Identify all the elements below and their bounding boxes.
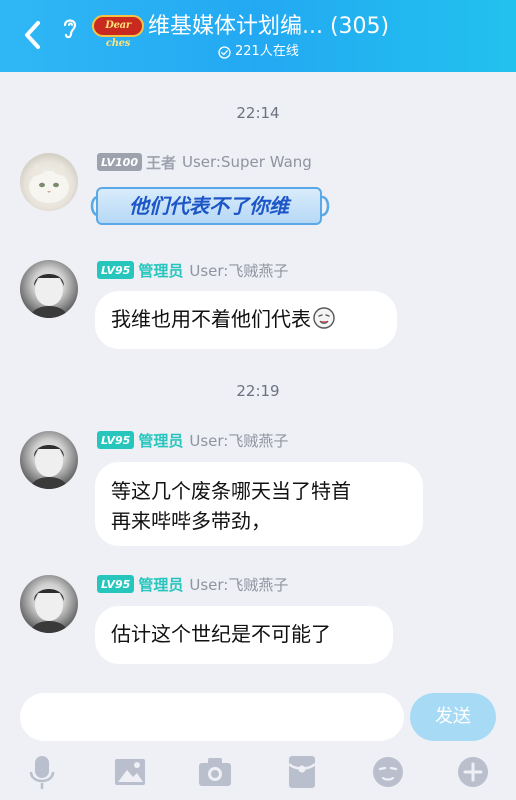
chat-title[interactable]: 维基媒体计划编... (305) — [148, 13, 389, 41]
role-badge: 管理员 — [138, 575, 184, 594]
message-bubble[interactable]: 等这几个废条哪天当了特首 再来哔哔多带劲， — [95, 462, 423, 546]
check-circle-icon — [218, 45, 231, 59]
timestamp: 22:19 — [236, 382, 280, 400]
role-badge: 管理员 — [138, 261, 184, 280]
avatar[interactable] — [20, 260, 78, 318]
avatar[interactable] — [20, 431, 78, 489]
message-bubble[interactable]: 估计这个世纪是不可能了 — [95, 606, 393, 664]
user-avatar-icon — [30, 445, 68, 489]
avatar[interactable] — [20, 575, 78, 633]
online-count: 221人在线 — [218, 44, 299, 60]
level-badge: LV95 — [97, 575, 135, 593]
message-text: 他们代表不了你维 — [129, 194, 289, 218]
username[interactable]: User:飞贼燕子 — [189, 260, 288, 281]
online-count-label: 221人在线 — [235, 44, 299, 59]
special-message-bubble[interactable]: 他们代表不了你维 — [90, 185, 332, 227]
chat-header: Dear ches 维基媒体计划编... (305) 221人在线 — [0, 0, 516, 72]
level-badge: LV95 — [97, 261, 135, 279]
send-button[interactable]: 发送 — [410, 693, 496, 741]
emoji-icon[interactable] — [368, 752, 408, 792]
message-meta: LV95 管理员 User:飞贼燕子 — [97, 430, 288, 450]
message-text-line: 再来哔哔多带劲， — [111, 509, 271, 533]
plus-icon[interactable] — [453, 752, 493, 792]
level-badge: LV100 — [97, 153, 142, 171]
role-badge: 管理员 — [138, 431, 184, 450]
sticker-emoji-icon — [313, 307, 335, 329]
message-text: 估计这个世纪是不可能了 — [111, 622, 331, 646]
username[interactable]: User:飞贼燕子 — [189, 574, 288, 595]
message-text: 我维也用不着他们代表 — [111, 307, 311, 331]
image-icon[interactable] — [110, 752, 150, 792]
microphone-icon[interactable] — [22, 752, 62, 792]
camera-icon[interactable] — [195, 752, 235, 792]
timestamp: 22:14 — [236, 104, 280, 122]
composer-toolbar — [0, 752, 516, 792]
role-badge: 王者 — [145, 153, 176, 172]
message-meta: LV95 管理员 User:飞贼燕子 — [97, 260, 288, 280]
white-cat-avatar-icon — [29, 163, 69, 203]
message-meta: LV100 王者 User:Super Wang — [97, 152, 312, 172]
avatar[interactable] — [20, 153, 78, 211]
user-avatar-icon — [30, 274, 68, 318]
red-packet-icon[interactable] — [282, 752, 322, 792]
ear-icon[interactable] — [60, 16, 80, 40]
message-bubble[interactable]: 我维也用不着他们代表 — [95, 291, 397, 349]
username[interactable]: User:飞贼燕子 — [189, 430, 288, 451]
level-badge: LV95 — [97, 431, 135, 449]
message-input[interactable] — [20, 693, 404, 741]
group-logo: Dear ches — [92, 15, 144, 49]
username[interactable]: User:Super Wang — [182, 153, 312, 171]
message-text-line: 等这几个废条哪天当了特首 — [111, 479, 351, 503]
message-meta: LV95 管理员 User:飞贼燕子 — [97, 574, 288, 594]
user-avatar-icon — [30, 589, 68, 633]
back-arrow-icon[interactable] — [18, 18, 46, 52]
